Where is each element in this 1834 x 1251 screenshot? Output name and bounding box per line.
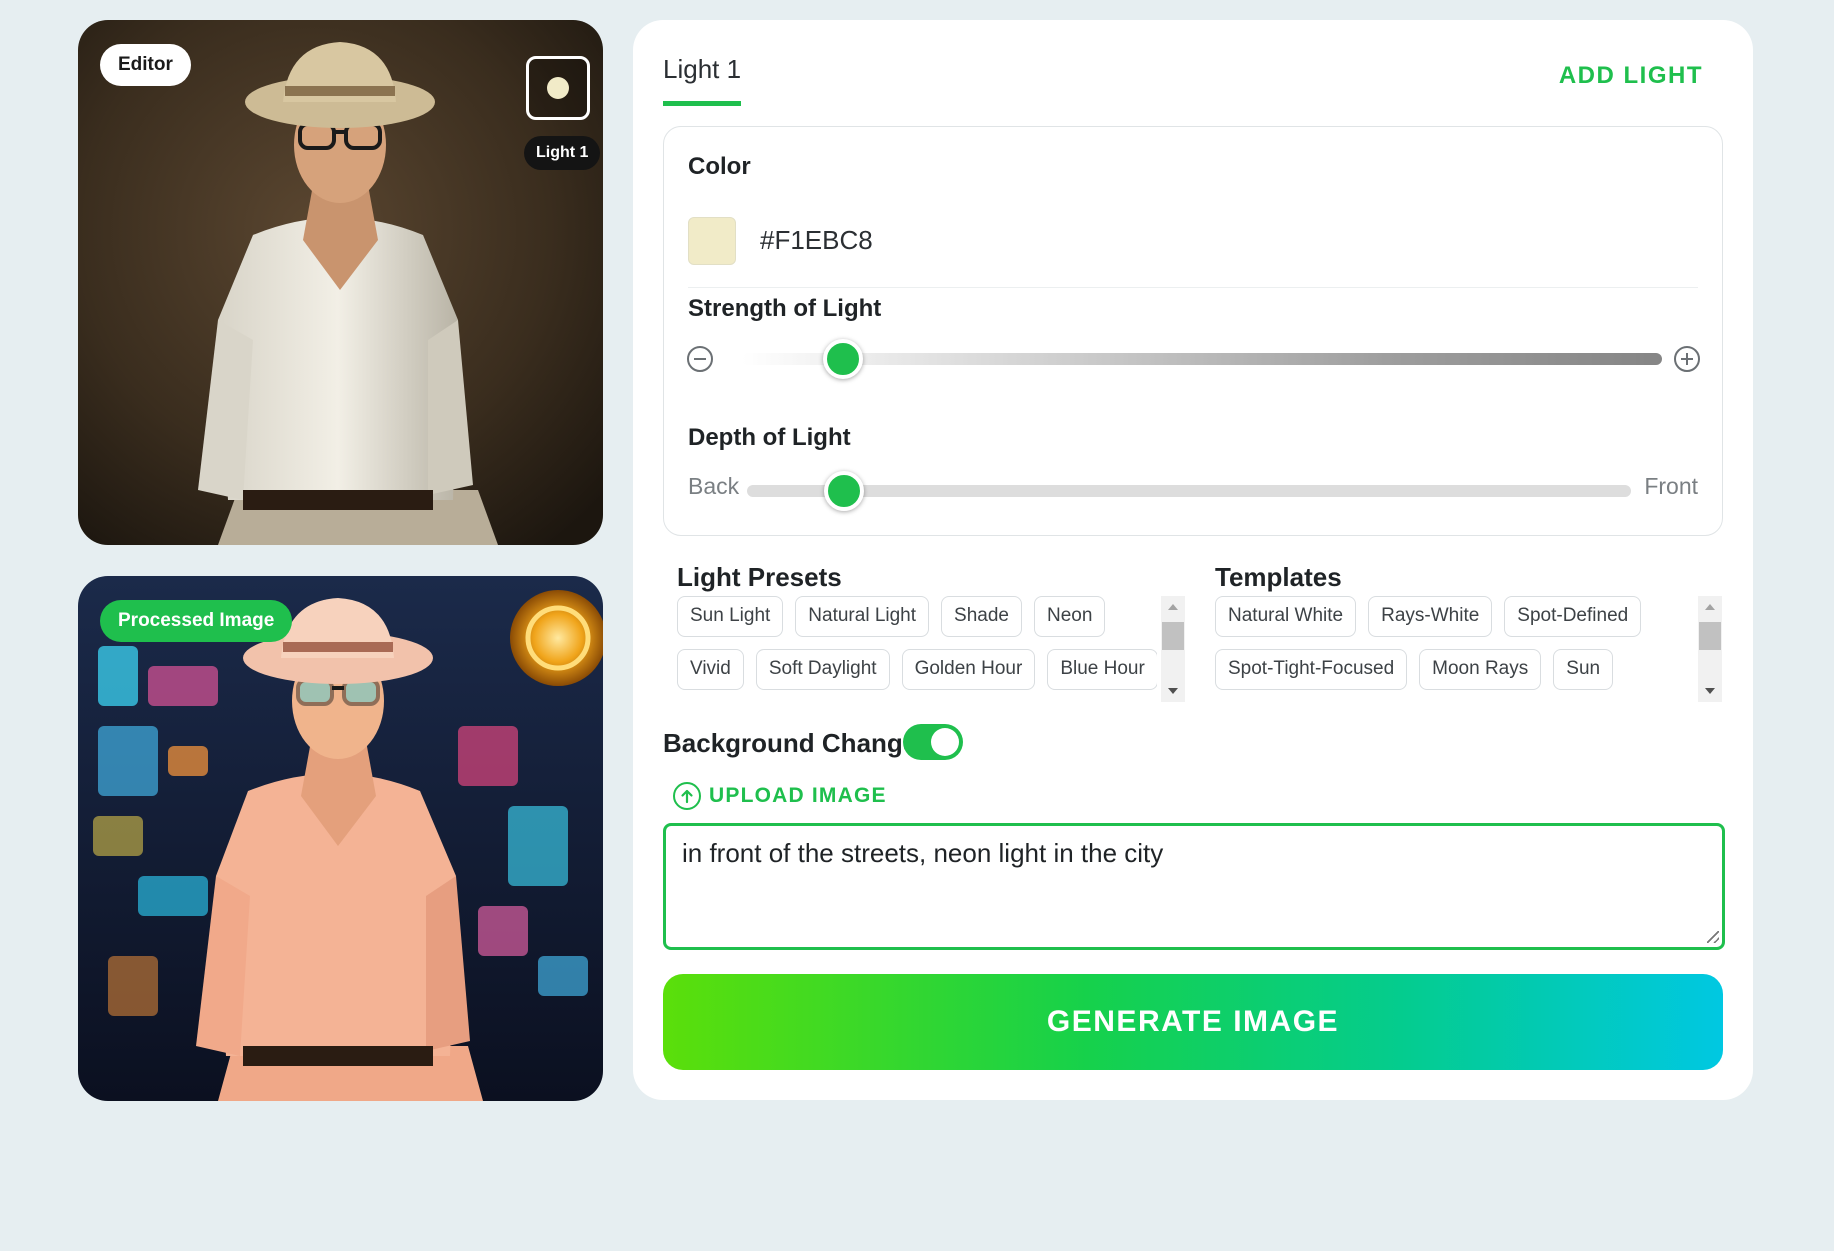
- background-prompt-input[interactable]: in front of the streets, neon light in t…: [663, 823, 1725, 950]
- presets-scrollbar[interactable]: [1161, 596, 1185, 702]
- add-light-button[interactable]: ADD LIGHT: [1559, 62, 1703, 90]
- upload-image-label: UPLOAD IMAGE: [709, 784, 887, 807]
- processed-portrait-image: [78, 576, 603, 1101]
- template-chip[interactable]: Moon Rays: [1419, 649, 1542, 690]
- strength-slider[interactable]: [742, 339, 1662, 379]
- scroll-up-icon[interactable]: [1705, 604, 1715, 610]
- light-presets-list: Sun Light Natural Light Shade Neon Vivid…: [677, 596, 1157, 704]
- depth-back-label: Back: [688, 473, 740, 499]
- light-settings-box: Color #F1EBC8 Strength of Light Depth of…: [663, 126, 1723, 536]
- preset-chip[interactable]: Sun Light: [677, 596, 784, 637]
- templates-scrollbar[interactable]: [1698, 596, 1722, 702]
- scroll-thumb[interactable]: [1162, 622, 1184, 650]
- color-swatch[interactable]: [688, 217, 736, 265]
- upload-arrow-icon: [673, 782, 701, 810]
- light-settings-panel: Light 1 ADD LIGHT Color #F1EBC8 Strength…: [633, 20, 1753, 1100]
- scroll-down-icon[interactable]: [1168, 688, 1178, 694]
- tab-light-1[interactable]: Light 1: [663, 54, 742, 106]
- decrease-strength-icon[interactable]: [687, 346, 713, 372]
- toggle-knob: [931, 728, 959, 756]
- template-chip[interactable]: Spot-Tight-Focused: [1215, 649, 1408, 690]
- light-dot-icon: [547, 77, 569, 99]
- increase-strength-icon[interactable]: [1674, 346, 1700, 372]
- strength-title: Strength of Light: [688, 295, 882, 322]
- preset-chip[interactable]: Vivid: [677, 649, 744, 690]
- depth-slider-thumb[interactable]: [824, 471, 865, 511]
- scroll-thumb[interactable]: [1699, 622, 1721, 650]
- color-title: Color: [688, 153, 751, 180]
- preset-chip[interactable]: Shade: [941, 596, 1022, 637]
- generate-image-button[interactable]: GENERATE IMAGE: [663, 974, 1723, 1070]
- light-presets-title: Light Presets: [677, 562, 842, 592]
- preset-chip[interactable]: Golden Hour: [901, 649, 1036, 690]
- template-chip[interactable]: Rays-White: [1368, 596, 1493, 637]
- preset-chip[interactable]: Soft Daylight: [755, 649, 890, 690]
- divider: [688, 287, 1698, 288]
- depth-slider[interactable]: [747, 471, 1631, 511]
- editor-image-card[interactable]: Editor Light 1: [78, 20, 603, 545]
- color-hex-value[interactable]: #F1EBC8: [760, 225, 873, 256]
- upload-image-button[interactable]: UPLOAD IMAGE: [673, 779, 887, 813]
- preset-chip[interactable]: Neon: [1033, 596, 1106, 637]
- depth-title: Depth of Light: [688, 424, 851, 451]
- templates-title: Templates: [1215, 562, 1342, 592]
- background-change-label: Background Change: [663, 728, 918, 758]
- processed-image-tag: Processed Image: [100, 600, 293, 642]
- scroll-down-icon[interactable]: [1705, 688, 1715, 694]
- portrait-image: [78, 20, 603, 545]
- strength-slider-thumb[interactable]: [823, 339, 864, 379]
- resize-grip-icon[interactable]: [1707, 931, 1719, 943]
- processed-image-card: Processed Image: [78, 576, 603, 1101]
- light-handle-label: Light 1: [524, 136, 601, 170]
- preset-chip[interactable]: Blue Hour: [1047, 649, 1157, 690]
- templates-list: Natural White Rays-White Spot-Defined Sp…: [1215, 596, 1695, 704]
- template-chip[interactable]: Natural White: [1215, 596, 1357, 637]
- template-chip[interactable]: Sun: [1553, 649, 1614, 690]
- preset-chip[interactable]: Natural Light: [795, 596, 930, 637]
- light-position-handle[interactable]: [526, 56, 590, 120]
- editor-tag: Editor: [100, 44, 191, 86]
- template-chip[interactable]: Spot-Defined: [1504, 596, 1642, 637]
- background-change-toggle[interactable]: [903, 724, 963, 760]
- depth-front-label: Front: [1644, 473, 1698, 499]
- scroll-up-icon[interactable]: [1168, 604, 1178, 610]
